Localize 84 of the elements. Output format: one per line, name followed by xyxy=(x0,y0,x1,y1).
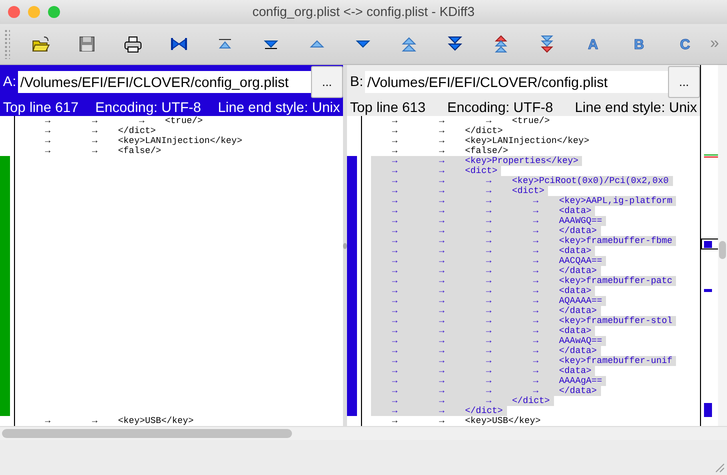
tab-arrow: → xyxy=(438,416,446,426)
code-text: </dict> xyxy=(512,396,554,406)
code-text: AAAAgA== xyxy=(559,376,606,386)
encoding-label: Encoding: UTF-8 xyxy=(95,98,202,116)
line-end-label: Line end style: Unix xyxy=(218,98,340,116)
tab-arrow: → xyxy=(438,116,446,126)
tab-arrow: → xyxy=(438,146,446,156)
tab-arrow: → xyxy=(91,136,98,146)
tab-arrow: → xyxy=(44,136,52,146)
code-text: AACQAA== xyxy=(559,256,606,266)
tab-arrow: → xyxy=(91,416,98,426)
tab-arrow: → xyxy=(138,116,146,126)
pane-label: B: xyxy=(350,72,364,91)
top-line-label: Top line 617 xyxy=(3,98,79,116)
code-text: <key>framebuffer-unif xyxy=(559,356,676,366)
tab-arrow: → xyxy=(44,126,52,136)
top-line-label: Top line 613 xyxy=(350,98,426,116)
code-text: <key>USB</key> xyxy=(118,416,195,426)
tab-arrow: → xyxy=(91,126,98,136)
tab-arrow: → xyxy=(438,126,446,136)
code-text: <data> xyxy=(559,286,596,296)
code-text: <data> xyxy=(559,206,596,216)
code-text: <dict> xyxy=(512,186,548,196)
code-text: <key>framebuffer-patc xyxy=(559,276,676,286)
bowtie-icon[interactable] xyxy=(170,35,188,53)
tab-arrow: → xyxy=(91,146,98,156)
code-text: AAAwAQ== xyxy=(559,336,606,346)
floppy-icon[interactable] xyxy=(78,35,96,53)
tab-arrow: → xyxy=(44,146,52,156)
code-text: <key>framebuffer-fbme xyxy=(559,236,676,246)
code-text: <key>framebuffer-stol xyxy=(559,316,676,326)
code-text: </dict> xyxy=(465,126,504,136)
tab-arrow: → xyxy=(438,136,446,146)
toolbar-grip[interactable] xyxy=(4,29,10,59)
tab-arrow: → xyxy=(91,116,98,126)
triple-down-icon[interactable] xyxy=(538,35,556,53)
printer-icon[interactable] xyxy=(124,35,142,53)
code-text: </data> xyxy=(559,386,601,396)
browse-button[interactable]: ... xyxy=(311,66,343,98)
triple-up-icon[interactable] xyxy=(492,35,510,53)
code-text: </dict> xyxy=(465,406,507,416)
code-text: <false/> xyxy=(465,146,510,156)
encoding-label: Encoding: UTF-8 xyxy=(447,98,554,116)
code-text: <true/> xyxy=(512,116,551,126)
resize-grip-icon[interactable] xyxy=(715,463,725,473)
code-text: </data> xyxy=(559,346,601,356)
code-text: <data> xyxy=(559,246,596,256)
code-text: AAAWGQ== xyxy=(559,216,606,226)
code-text: <key>USB</key> xyxy=(465,416,542,426)
file-path-field[interactable]: /Volumes/EFI/EFI/CLOVER/config.plist xyxy=(365,70,668,92)
horizontal-scrollbar[interactable] xyxy=(0,426,727,440)
file-path-field[interactable]: /Volumes/EFI/EFI/CLOVER/config_org.plist xyxy=(18,70,311,92)
tab-arrow: → xyxy=(485,116,492,126)
code-text: <data> xyxy=(559,366,596,376)
code-text: </data> xyxy=(559,266,601,276)
code-text: <key>LANInjection</key> xyxy=(118,136,244,146)
code-text: <key>LANInjection</key> xyxy=(465,136,590,146)
code-text: <false/> xyxy=(118,146,162,156)
code-text: </dict> xyxy=(118,126,157,136)
code-text: AQAAAA== xyxy=(559,296,606,306)
code-text: <key>Properties</key> xyxy=(465,156,582,166)
scrollbar-thumb[interactable] xyxy=(719,241,726,259)
code-text: </data> xyxy=(559,306,601,316)
tab-arrow: → xyxy=(44,116,52,126)
code-text: <dict> xyxy=(465,166,502,176)
folder-icon[interactable] xyxy=(32,35,50,53)
tab-arrow: → xyxy=(391,126,398,136)
window-title: config_org.plist <-> config.plist - KDiff3 xyxy=(252,4,475,19)
tab-arrow: → xyxy=(391,146,398,156)
code-text: </data> xyxy=(559,226,601,236)
line-end-label: Line end style: Unix xyxy=(574,98,697,116)
scrollbar-thumb[interactable] xyxy=(2,429,292,438)
code-text: <true/> xyxy=(165,116,204,126)
double-down-icon[interactable] xyxy=(446,35,464,53)
tab-arrow: → xyxy=(44,416,52,426)
code-text: <data> xyxy=(559,326,596,336)
code-text: <key>AAPL,ig-platform xyxy=(559,196,676,206)
pane-label: A: xyxy=(3,72,16,91)
code-text: <key>PciRoot(0x0)/Pci(0x2,0x0 xyxy=(512,176,673,186)
tab-arrow: → xyxy=(391,136,398,146)
tab-arrow: → xyxy=(391,416,398,426)
tab-arrow: → xyxy=(391,116,398,126)
browse-button[interactable]: ... xyxy=(668,66,700,98)
double-up-icon[interactable] xyxy=(400,35,418,53)
